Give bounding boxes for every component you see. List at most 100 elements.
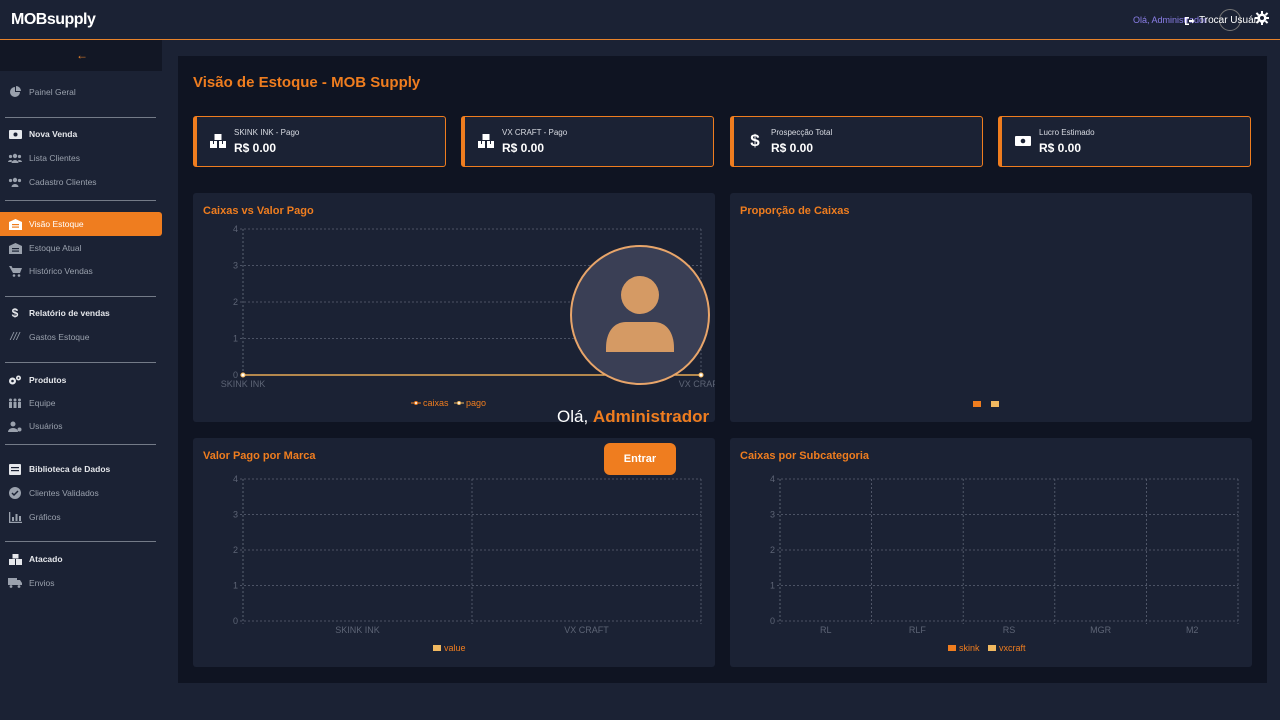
sidebar-item-label: Cadastro Clientes <box>29 177 97 187</box>
card-vxcraft-pago: VX CRAFT - Pago R$ 0.00 <box>461 116 714 167</box>
sidebar-item-envios[interactable]: Envios <box>0 572 162 594</box>
sidebar-item-equipe[interactable]: Equipe <box>0 392 162 414</box>
legend-swatch <box>973 401 981 407</box>
sidebar: ← Painel Geral Nova Venda Lista Clientes… <box>0 40 162 720</box>
card-label: Lucro Estimado <box>1039 128 1095 137</box>
sidebar-item-label: Gráficos <box>29 512 61 522</box>
sidebar-item-painel-geral[interactable]: Painel Geral <box>0 81 162 103</box>
money-bill-icon <box>1014 132 1032 150</box>
sidebar-divider <box>5 296 156 297</box>
login-username: Administrador <box>592 407 710 426</box>
legend-label: skink <box>959 643 980 653</box>
sidebar-item-label: Biblioteca de Dados <box>29 464 111 474</box>
boxes-icon <box>209 132 227 150</box>
warehouse-icon <box>8 242 22 254</box>
y-tick-label: 2 <box>770 545 775 555</box>
y-tick-label: 0 <box>770 616 775 626</box>
sidebar-item-relatorio-vendas[interactable]: $ Relatório de vendas <box>0 302 162 324</box>
card-value: R$ 0.00 <box>771 141 814 155</box>
y-tick-label: 3 <box>233 261 238 271</box>
y-tick-label: 4 <box>233 224 238 234</box>
sidebar-item-nova-venda[interactable]: Nova Venda <box>0 123 162 145</box>
main-panel: Visão de Estoque - MOB Supply SKINK INK … <box>178 56 1267 683</box>
sidebar-item-atacado[interactable]: Atacado <box>0 548 162 570</box>
y-tick-label: 2 <box>233 297 238 307</box>
chart-panel-caixas-subcategoria: Caixas por Subcategoria 0 1 2 3 4 RL RLF RS MGR M… <box>730 438 1252 667</box>
sidebar-item-label: Envios <box>29 578 55 588</box>
slash-icon: /// <box>10 331 20 343</box>
cash-icon <box>8 128 22 140</box>
card-label: VX CRAFT - Pago <box>502 128 568 137</box>
bar-chart-icon <box>8 511 22 523</box>
sidebar-item-produtos[interactable]: Produtos <box>0 369 162 391</box>
boxes-icon <box>477 132 495 150</box>
cart-icon <box>8 265 22 277</box>
app-logo[interactable]: MOBsupply <box>11 11 96 29</box>
switch-user-button[interactable]: Trocar Usuário <box>1184 15 1265 26</box>
gear-icon[interactable] <box>1255 11 1269 25</box>
sidebar-item-label: Painel Geral <box>29 87 76 97</box>
check-circle-icon <box>8 487 22 499</box>
sidebar-item-label: Relatório de vendas <box>29 308 110 318</box>
legend-label: vxcraft <box>999 643 1026 653</box>
sidebar-item-label: Equipe <box>29 398 56 408</box>
sidebar-item-label: Histórico Vendas <box>29 266 93 276</box>
x-tick-label: VX CRAFT <box>564 625 609 635</box>
y-tick-label: 3 <box>770 510 775 520</box>
sidebar-item-usuarios[interactable]: Usuários <box>0 415 162 437</box>
sidebar-item-label: Estoque Atual <box>29 243 82 253</box>
enter-button[interactable]: Entrar <box>604 443 676 475</box>
sidebar-item-estoque-atual[interactable]: Estoque Atual <box>0 237 162 259</box>
login-avatar[interactable] <box>570 245 710 385</box>
sidebar-item-historico-vendas[interactable]: Histórico Vendas <box>0 260 162 282</box>
arrow-left-icon[interactable]: ← <box>76 48 88 62</box>
card-prospeccao-total: $ Prospecção Total R$ 0.00 <box>730 116 983 167</box>
legend-label: caixas <box>423 398 449 408</box>
page-title: Visão de Estoque - MOB Supply <box>193 74 421 91</box>
sidebar-item-graficos[interactable]: Gráficos <box>0 506 162 528</box>
sidebar-item-visao-estoque[interactable]: Visão Estoque <box>0 212 162 236</box>
top-bar: MOBsupply Olá, Administrador Trocar Usuá… <box>0 0 1280 40</box>
sidebar-item-gastos-estoque[interactable]: /// Gastos Estoque <box>0 326 162 348</box>
x-tick-label: SKINK INK <box>221 379 266 389</box>
sidebar-item-clientes-validados[interactable]: Clientes Validados <box>0 482 162 504</box>
team-icon <box>8 397 22 409</box>
sidebar-item-biblioteca-dados[interactable]: Biblioteca de Dados <box>0 458 162 480</box>
sidebar-item-label: Clientes Validados <box>29 488 99 498</box>
sidebar-item-label: Atacado <box>29 554 63 564</box>
y-tick-label: 3 <box>233 510 238 520</box>
sidebar-divider <box>5 117 156 118</box>
logout-icon <box>1185 16 1195 25</box>
legend-label: value <box>444 643 466 653</box>
gears-icon <box>8 374 22 386</box>
sidebar-divider <box>5 444 156 445</box>
sidebar-item-label: Usuários <box>29 421 63 431</box>
card-lucro-estimado: Lucro Estimado R$ 0.00 <box>998 116 1251 167</box>
legend-marker <box>457 401 461 405</box>
sidebar-item-cadastro-clientes[interactable]: Cadastro Clientes <box>0 171 162 193</box>
legend-swatch <box>991 401 999 407</box>
boxes-icon <box>8 553 22 565</box>
x-tick-label: MGR <box>1090 625 1111 635</box>
y-tick-label: 1 <box>233 334 238 344</box>
card-value: R$ 0.00 <box>234 141 277 155</box>
login-hello: Olá, <box>557 407 589 426</box>
card-value: R$ 0.00 <box>502 141 545 155</box>
sidebar-divider <box>5 200 156 201</box>
card-value: R$ 0.00 <box>1039 141 1082 155</box>
x-tick-label: M2 <box>1186 625 1199 635</box>
sidebar-collapse-bar[interactable]: ← <box>0 40 162 71</box>
chart-proporcao-caixas <box>973 401 999 407</box>
users-icon <box>8 152 22 164</box>
sidebar-item-label: Gastos Estoque <box>29 332 90 342</box>
y-tick-label: 1 <box>770 581 775 591</box>
legend-marker <box>414 401 418 405</box>
chart-caixas-subcategoria: 0 1 2 3 4 RL RLF RS MGR M2 skink vxcraft <box>770 474 1239 653</box>
legend-swatch <box>948 645 956 651</box>
legend-label: pago <box>466 398 486 408</box>
card-label: SKINK INK - Pago <box>234 128 300 137</box>
login-greeting: Olá, Administrador <box>557 407 709 427</box>
sidebar-item-lista-clientes[interactable]: Lista Clientes <box>0 147 162 169</box>
y-tick-label: 1 <box>233 581 238 591</box>
pie-chart-icon <box>8 86 22 98</box>
